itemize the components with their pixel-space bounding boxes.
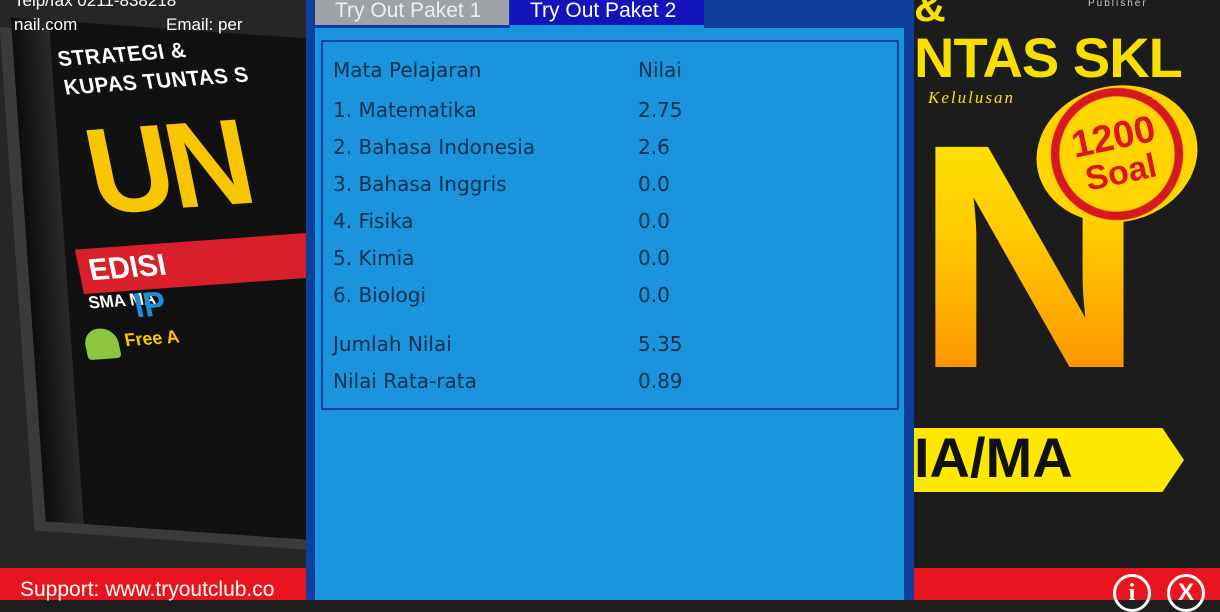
score-dialog: Try Out Paket 1 Try Out Paket 2 Mata Pel… xyxy=(306,0,914,600)
score-value: 0.0 xyxy=(638,283,670,307)
score-row: 3. Bahasa Inggris 0.0 xyxy=(333,172,893,202)
score-row: 6. Biologi 0.0 xyxy=(333,283,893,313)
tab-try-out-paket-1[interactable]: Try Out Paket 1 xyxy=(315,0,509,28)
score-table: Mata Pelajaran Nilai 1. Matematika 2.75 … xyxy=(321,40,899,410)
info-button[interactable]: i xyxy=(1113,574,1151,612)
score-average-row: Nilai Rata-rata 0.89 xyxy=(333,369,893,399)
score-table-header: Mata Pelajaran Nilai xyxy=(333,58,893,88)
cover-banner-text: IA/MA xyxy=(914,426,1073,489)
book-edition-banner: EDISI xyxy=(74,230,306,294)
header-subject: Mata Pelajaran xyxy=(333,58,482,82)
score-subject: 2. Bahasa Indonesia xyxy=(333,135,536,159)
score-value: 0.0 xyxy=(638,209,670,233)
score-subject: 4. Fisika xyxy=(333,209,414,233)
header-value: Nilai xyxy=(638,58,682,82)
book-free-label: Free A xyxy=(122,326,182,351)
close-button[interactable]: X xyxy=(1167,574,1205,612)
cover-title: NTAS SKL xyxy=(914,26,1183,89)
average-value: 0.89 xyxy=(638,369,683,393)
score-row: 2. Bahasa Indonesia 2.6 xyxy=(333,135,893,165)
score-subject: 5. Kimia xyxy=(333,246,415,270)
book-title-line1: STRATEGI & xyxy=(55,38,189,72)
score-row: 4. Fisika 0.0 xyxy=(333,209,893,239)
contact-phone: Telp/fax 0211-838218 xyxy=(14,0,177,10)
android-logo-icon xyxy=(82,327,122,361)
book-big-title: UN xyxy=(74,93,260,241)
book-illustration: STRATEGI & KUPAS TUNTAS S UN EDISI SMA M… xyxy=(10,17,306,543)
total-label: Jumlah Nilai xyxy=(333,332,452,356)
score-row: 1. Matematika 2.75 xyxy=(333,98,893,128)
contact-email-label: Email: per xyxy=(166,15,243,34)
score-subject: 6. Biologi xyxy=(333,283,426,307)
support-link[interactable]: Support: www.tryoutclub.co xyxy=(20,578,274,602)
score-value: 2.75 xyxy=(638,98,683,122)
background-book-cover-left: STRATEGI & KUPAS TUNTAS S UN EDISI SMA M… xyxy=(0,0,306,568)
cover-publisher: Publisher xyxy=(1088,0,1148,9)
score-value: 0.0 xyxy=(638,246,670,270)
close-icon: X xyxy=(1177,579,1194,606)
cover-subtitle: Kelulusan xyxy=(928,88,1015,107)
score-row: 5. Kimia 0.0 xyxy=(333,246,893,276)
score-subject: 1. Matematika xyxy=(333,98,477,122)
total-value: 5.35 xyxy=(638,332,683,356)
score-total-row: Jumlah Nilai 5.35 xyxy=(333,332,893,362)
score-subject: 3. Bahasa Inggris xyxy=(333,172,507,196)
average-label: Nilai Rata-rata xyxy=(333,369,477,393)
score-value: 2.6 xyxy=(638,135,670,159)
tab-try-out-paket-2[interactable]: Try Out Paket 2 xyxy=(510,0,704,28)
contact-email-fragment: nail.com xyxy=(14,15,78,34)
score-value: 0.0 xyxy=(638,172,670,196)
info-icon: i xyxy=(1128,579,1136,606)
book-program: IP xyxy=(130,284,170,326)
